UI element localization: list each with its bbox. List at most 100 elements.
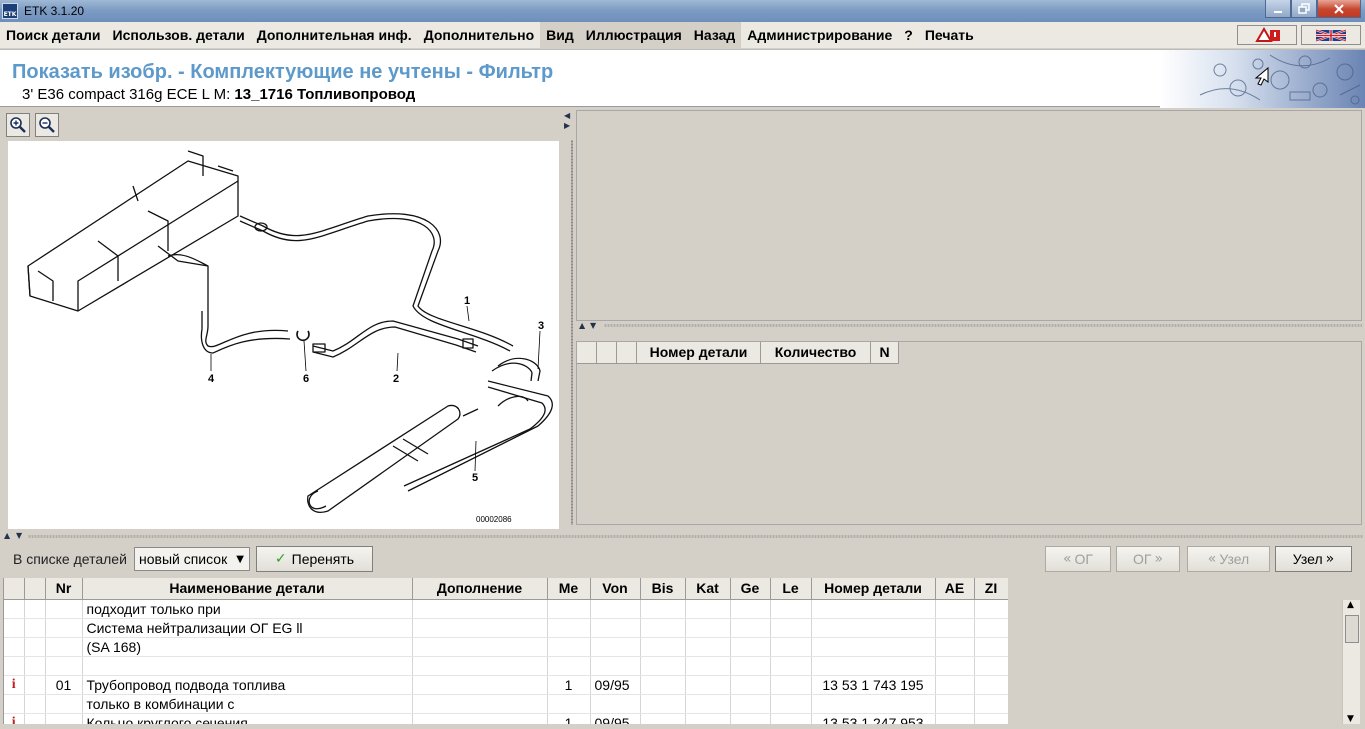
info-icon[interactable] [4,618,25,638]
menu-additional-info[interactable]: Дополнительная инф. [251,22,418,48]
menu-print[interactable]: Печать [919,22,980,48]
table-row[interactable]: Система нейтрализации ОГ EG ll [4,618,1008,638]
vehicle-model: 3' E36 compact 316g ECE L M: [22,86,231,103]
callout-5: 5 [472,472,478,484]
info-icon[interactable] [4,637,25,657]
expand-down-icon[interactable]: ▼ [16,532,22,540]
menu-part-usage[interactable]: Использов. детали [107,22,251,48]
col-flag[interactable] [24,578,46,600]
von-cell [590,618,641,638]
prev-group-button[interactable]: « ОГ [1045,546,1111,572]
table-row[interactable]: только в комбинации с [4,694,1008,714]
info-icon[interactable]: i [4,675,25,695]
menu-back[interactable]: Назад [687,22,742,48]
von-cell [590,637,641,657]
me-cell [547,637,591,657]
next-node-label: Узел [1292,551,1323,567]
menu-extras[interactable]: Дополнительно [418,22,540,48]
window-title: ETK 3.1.20 [24,4,85,18]
detail-table-header: Номер детали Количество N [577,342,1361,364]
le-cell [770,637,812,657]
right-horizontal-splitter[interactable]: ▲ ▼ [576,321,1362,331]
col-von[interactable]: Von [590,578,641,600]
part-number-cell [811,694,936,714]
menu-view[interactable]: Вид [540,22,580,48]
prev-node-button[interactable]: « Узел [1187,546,1270,572]
parts-list-select[interactable]: новый список ▼ [134,547,250,571]
transfer-button[interactable]: ✓ Перенять [256,546,373,572]
scroll-thumb[interactable] [1345,615,1359,643]
col-ae[interactable]: AE [935,578,975,600]
name-cell: подходит только при [82,599,413,619]
maximize-button[interactable] [1291,0,1317,18]
part-illustration[interactable]: 1 2 3 4 5 6 00002086 [8,141,559,529]
me-cell [547,618,591,638]
table-row[interactable]: i 01 Трубопровод подвода топлива 1 09/95… [4,675,1008,695]
col-addition[interactable]: Дополнение [412,578,548,600]
addition-cell [412,637,548,657]
ge-cell [730,618,771,638]
minimize-button[interactable] [1265,0,1291,18]
detail-col-n[interactable]: N [871,342,899,364]
info-icon[interactable]: i [4,713,25,724]
info-icon[interactable] [4,599,25,619]
next-group-button[interactable]: ОГ » [1116,546,1180,572]
col-me[interactable]: Me [547,578,591,600]
col-part-number[interactable]: Номер детали [811,578,936,600]
warning-button[interactable] [1237,25,1297,45]
main-horizontal-splitter[interactable]: ▲ ▼ [0,530,1365,542]
next-node-button[interactable]: Узел » [1275,546,1352,572]
nr-cell [45,713,83,724]
zoom-out-button[interactable] [35,113,59,137]
col-zi[interactable]: ZI [974,578,1008,600]
expand-down-icon[interactable]: ▼ [590,322,596,330]
detail-col-blank-3[interactable] [617,342,637,364]
col-ge[interactable]: Ge [730,578,771,600]
nr-cell [45,694,83,714]
zi-cell [974,713,1008,724]
callout-1: 1 [464,295,470,307]
vertical-splitter[interactable]: ◀ ▶ [563,110,573,530]
me-cell: 1 [547,713,591,724]
table-row[interactable]: (SA 168) [4,637,1008,657]
detail-col-blank-1[interactable] [577,342,597,364]
detail-col-quantity[interactable]: Количество [761,342,871,364]
close-button[interactable] [1317,0,1361,18]
table-row[interactable] [4,656,1008,676]
detail-col-blank-2[interactable] [597,342,617,364]
etk-app-icon: ETK [2,3,18,19]
le-cell [770,675,812,695]
col-nr[interactable]: Nr [45,578,83,600]
col-name[interactable]: Наименование детали [82,578,413,600]
language-button[interactable] [1301,25,1361,45]
col-kat[interactable]: Kat [685,578,731,600]
info-pane [576,110,1362,321]
flag-cell [24,618,46,638]
expand-right-icon[interactable]: ▶ [564,122,570,130]
von-cell: 09/95 [590,675,641,695]
car-flag-icon [1315,29,1347,42]
zoom-in-button[interactable] [6,113,30,137]
part-number-cell: 13 53 1 247 953 [811,713,936,724]
scroll-down-icon[interactable]: ▼ [1347,714,1354,724]
col-info[interactable] [4,578,25,600]
ae-cell [935,675,975,695]
scroll-up-icon[interactable]: ▲ [1347,600,1354,610]
collapse-up-icon[interactable]: ▲ [579,322,585,330]
menu-help[interactable]: ? [898,22,919,48]
table-row[interactable]: i Кольцо круглого сечения 1 09/95 13 53 … [4,713,1008,724]
col-le[interactable]: Le [770,578,812,600]
info-icon[interactable] [4,694,25,714]
collapse-left-icon[interactable]: ◀ [564,112,570,120]
parts-table-scrollbar[interactable]: ▲ ▼ [1342,600,1360,724]
table-row[interactable]: подходит только при [4,599,1008,619]
menu-illustration[interactable]: Иллюстрация [579,22,688,48]
info-icon[interactable] [4,656,25,676]
menu-administration[interactable]: Администрирование [741,22,898,48]
collapse-up-icon[interactable]: ▲ [4,532,10,540]
detail-col-part-number[interactable]: Номер детали [637,342,761,364]
menu-part-search[interactable]: Поиск детали [0,22,107,48]
addition-cell [412,675,548,695]
col-bis[interactable]: Bis [640,578,686,600]
zoom-out-icon [39,117,55,133]
